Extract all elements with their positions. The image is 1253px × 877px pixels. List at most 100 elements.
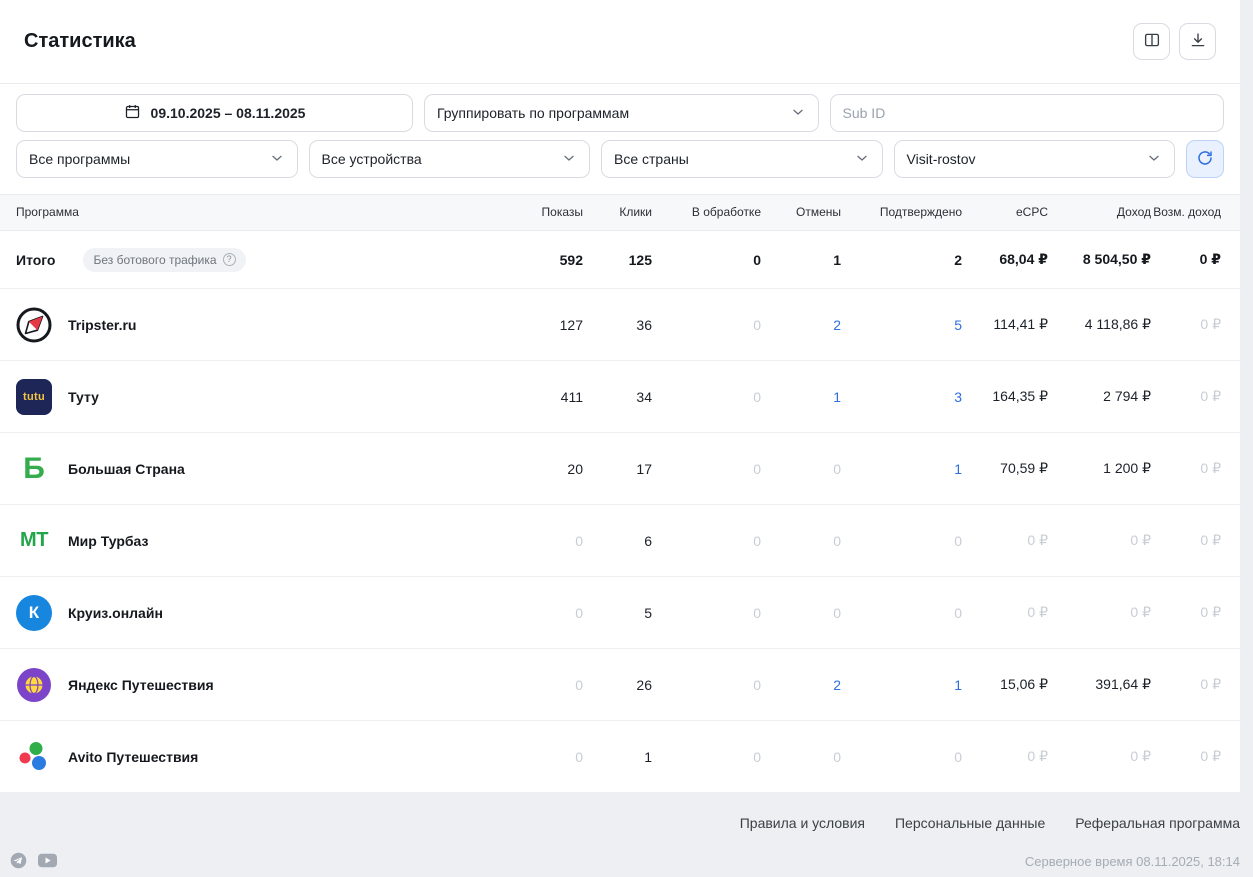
- date-range-picker[interactable]: 09.10.2025 – 08.11.2025: [16, 94, 413, 132]
- col-processing: В обработке: [652, 199, 761, 226]
- chevron-down-icon: [561, 150, 577, 169]
- col-program: Программа: [16, 199, 516, 226]
- confirmed-cell: 0: [841, 605, 962, 621]
- devices-select[interactable]: Все устройства: [309, 140, 591, 178]
- personal-data-link[interactable]: Персональные данные: [895, 815, 1045, 831]
- program-name: Мир Турбаз: [68, 533, 148, 549]
- clicks-cell: 6: [583, 533, 652, 549]
- program-cell: Яндекс Путешествия: [16, 667, 516, 703]
- program-cell: Avito Путешествия: [16, 739, 516, 775]
- stats-table: Программа Показы Клики В обработке Отмен…: [0, 194, 1240, 793]
- possible-income-cell: 0 ₽: [1151, 532, 1221, 549]
- download-icon: [1189, 31, 1207, 52]
- group-by-value: Группировать по программам: [437, 105, 629, 121]
- impressions-cell: 0: [516, 677, 583, 693]
- cancelled-cell[interactable]: 2: [761, 677, 841, 693]
- filters: 09.10.2025 – 08.11.2025 Группировать по …: [0, 84, 1240, 194]
- impressions-cell: 0: [516, 533, 583, 549]
- topbar-actions: [1133, 23, 1216, 60]
- filter-row-1: 09.10.2025 – 08.11.2025 Группировать по …: [16, 94, 1224, 132]
- table-header: Программа Показы Клики В обработке Отмен…: [0, 194, 1240, 231]
- program-cell: Б Большая Страна: [16, 451, 516, 487]
- project-select[interactable]: Visit-rostov: [894, 140, 1176, 178]
- refresh-button[interactable]: [1186, 140, 1224, 178]
- impressions-cell: 0: [516, 749, 583, 765]
- yandex-travel-logo-icon: [16, 667, 52, 703]
- clicks-cell: 34: [583, 389, 652, 405]
- table-row: Б Большая Страна 20 17 0 0 1 70,59 ₽ 1 2…: [0, 433, 1240, 505]
- ecpc-cell: 0 ₽: [962, 532, 1048, 549]
- ecpc-cell: 114,41 ₽: [962, 316, 1048, 333]
- total-confirmed: 2: [841, 252, 962, 268]
- confirmed-cell[interactable]: 3: [841, 389, 962, 405]
- programs-select[interactable]: Все программы: [16, 140, 298, 178]
- columns-icon: [1143, 31, 1161, 52]
- youtube-icon[interactable]: [38, 853, 57, 868]
- cancelled-cell[interactable]: 1: [761, 389, 841, 405]
- countries-select[interactable]: Все страны: [601, 140, 883, 178]
- badge-label: Без ботового трафика: [93, 253, 216, 267]
- program-name: Avito Путешествия: [68, 749, 198, 765]
- processing-cell: 0: [652, 317, 761, 333]
- confirmed-cell: 0: [841, 749, 962, 765]
- footer-links: Правила и условия Персональные данные Ре…: [10, 815, 1240, 831]
- main-card: Статистика: [0, 0, 1240, 793]
- col-possible-income: Возм. доход: [1151, 199, 1221, 226]
- confirmed-cell: 0: [841, 533, 962, 549]
- footer-bottom: Серверное время 08.11.2025, 18:14: [10, 852, 1240, 869]
- clicks-cell: 5: [583, 605, 652, 621]
- confirmed-cell[interactable]: 1: [841, 677, 962, 693]
- total-row: Итого Без ботового трафика ? 592 125 0 1…: [0, 231, 1240, 289]
- possible-income-cell: 0 ₽: [1151, 676, 1221, 693]
- possible-income-cell: 0 ₽: [1151, 604, 1221, 621]
- devices-value: Все устройства: [322, 151, 422, 167]
- cancelled-cell[interactable]: 2: [761, 317, 841, 333]
- program-cell: МТ Мир Турбаз: [16, 523, 516, 559]
- calendar-icon: [124, 103, 141, 123]
- cancelled-cell: 0: [761, 605, 841, 621]
- chevron-down-icon: [854, 150, 870, 169]
- total-impressions: 592: [516, 252, 583, 268]
- confirmed-cell[interactable]: 5: [841, 317, 962, 333]
- server-time: Серверное время 08.11.2025, 18:14: [1025, 854, 1240, 869]
- countries-value: Все страны: [614, 151, 689, 167]
- chevron-down-icon: [1146, 150, 1162, 169]
- telegram-icon[interactable]: [10, 852, 27, 869]
- total-income: 8 504,50 ₽: [1048, 251, 1151, 268]
- help-icon[interactable]: ?: [223, 253, 236, 266]
- table-row: Tripster.ru 127 36 0 2 5 114,41 ₽ 4 118,…: [0, 289, 1240, 361]
- layout-columns-button[interactable]: [1133, 23, 1170, 60]
- download-button[interactable]: [1179, 23, 1216, 60]
- sub-id-input[interactable]: [830, 94, 1225, 132]
- page-title: Статистика: [24, 30, 136, 53]
- chevron-down-icon: [269, 150, 285, 169]
- program-name: Большая Страна: [68, 461, 185, 477]
- processing-cell: 0: [652, 461, 761, 477]
- processing-cell: 0: [652, 533, 761, 549]
- program-cell: К Круиз.онлайн: [16, 595, 516, 631]
- referral-program-link[interactable]: Реферальная программа: [1075, 815, 1240, 831]
- table-row: tutu Туту 411 34 0 1 3 164,35 ₽ 2 794 ₽ …: [0, 361, 1240, 433]
- income-cell: 4 118,86 ₽: [1048, 316, 1151, 333]
- total-label: Итого: [16, 252, 55, 268]
- table-row: МТ Мир Турбаз 0 6 0 0 0 0 ₽ 0 ₽ 0 ₽: [0, 505, 1240, 577]
- tutu-logo-icon: tutu: [16, 379, 52, 415]
- no-bot-traffic-badge: Без ботового трафика ?: [83, 248, 245, 272]
- statistics-page: Статистика: [0, 0, 1253, 877]
- income-cell: 391,64 ₽: [1048, 676, 1151, 693]
- cancelled-cell: 0: [761, 533, 841, 549]
- group-by-select[interactable]: Группировать по программам: [424, 94, 819, 132]
- terms-link[interactable]: Правила и условия: [740, 815, 865, 831]
- clicks-cell: 17: [583, 461, 652, 477]
- impressions-cell: 0: [516, 605, 583, 621]
- table-row: К Круиз.онлайн 0 5 0 0 0 0 ₽ 0 ₽ 0 ₽: [0, 577, 1240, 649]
- processing-cell: 0: [652, 677, 761, 693]
- cancelled-cell: 0: [761, 749, 841, 765]
- program-name: Яндекс Путешествия: [68, 677, 214, 693]
- ecpc-cell: 0 ₽: [962, 604, 1048, 621]
- income-cell: 0 ₽: [1048, 604, 1151, 621]
- confirmed-cell[interactable]: 1: [841, 461, 962, 477]
- program-name: Туту: [68, 389, 99, 405]
- col-income: Доход: [1048, 199, 1151, 226]
- mir-turbaz-logo-icon: МТ: [16, 523, 52, 559]
